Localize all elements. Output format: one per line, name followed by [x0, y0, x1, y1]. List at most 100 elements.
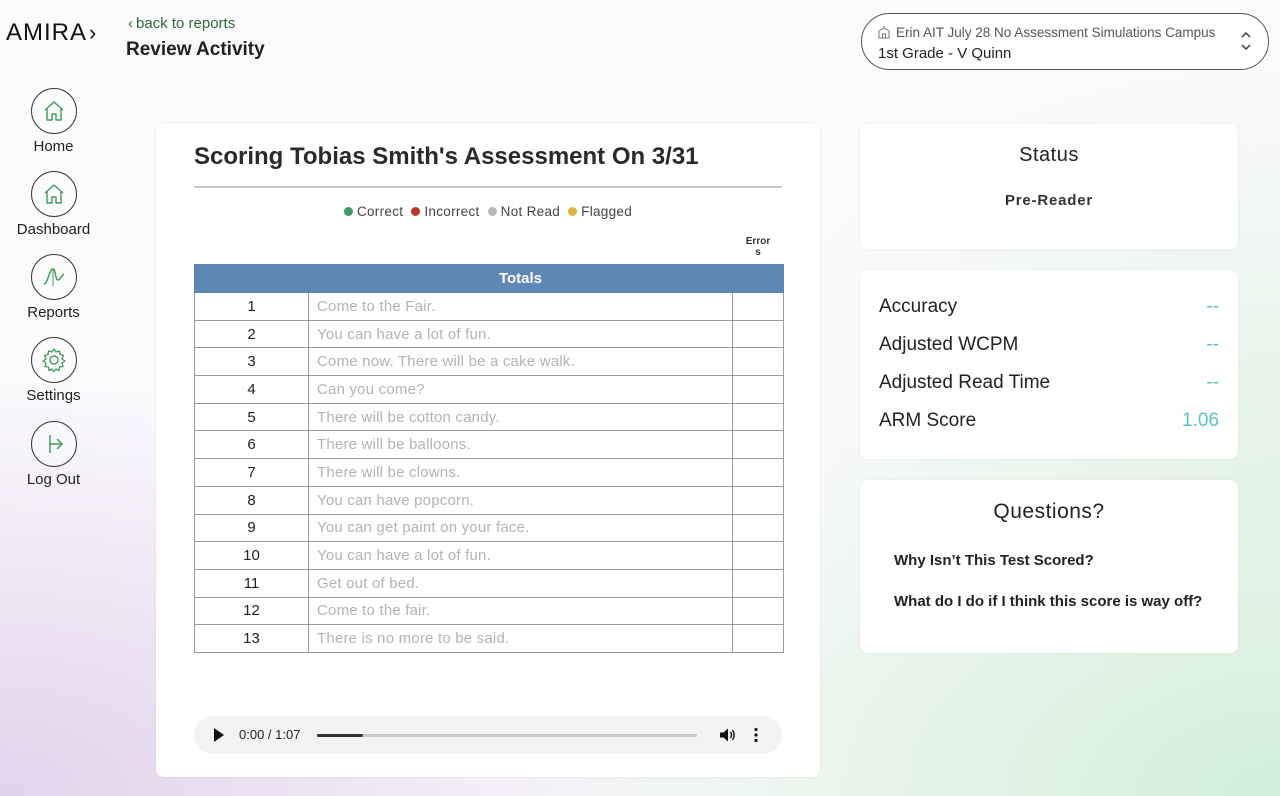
chevron-updown-icon — [1241, 32, 1251, 50]
legend-not-read-label: Not Read — [500, 204, 561, 219]
table-row: 12 Come to the fair. — [194, 596, 784, 626]
faq-link-score-way-off[interactable]: What do I do if I think this score is wa… — [894, 593, 1202, 610]
sentence-errors — [732, 568, 784, 598]
sentence-errors — [732, 292, 784, 321]
sentence-text: You can have a lot of fun. — [308, 319, 733, 349]
legend: Correct Incorrect Not Read Flagged — [156, 204, 820, 219]
metric-value: -- — [1206, 372, 1219, 393]
back-to-reports-link[interactable]: ‹ back to reports — [128, 15, 235, 32]
page-title: Review Activity — [126, 39, 265, 60]
sentence-errors — [732, 624, 784, 653]
status-value: Pre-Reader — [1004, 192, 1094, 209]
flagged-dot-icon — [568, 207, 578, 216]
metric-adjusted-wcpm: Adjusted WCPM -- — [879, 334, 1219, 358]
metric-value: 1.06 — [1182, 410, 1219, 431]
table-header-row: Totals — [194, 264, 784, 293]
table-row: 7 There will be clowns. — [194, 458, 784, 487]
incorrect-dot-icon — [411, 207, 421, 216]
table-row: 3 Come now. There will be a cake walk. — [194, 347, 784, 377]
sentence-text: You can get paint on your face. — [308, 513, 733, 543]
metric-adjusted-read-time: Adjusted Read Time -- — [879, 372, 1219, 396]
faq-link-not-scored[interactable]: Why Isn’t This Test Scored? — [894, 552, 1094, 569]
sentence-text: You can have a lot of fun. — [308, 541, 733, 570]
sentence-errors — [732, 485, 784, 515]
class-name: 1st Grade - V Quinn — [878, 45, 1012, 62]
correct-dot-icon — [343, 207, 353, 216]
table-row: 13 There is no more to be said. — [194, 624, 784, 653]
questions-card: Questions? Why Isn’t This Test Scored? W… — [860, 480, 1238, 653]
audio-player: 0:00 / 1:07 — [194, 716, 782, 754]
table-header-errors — [732, 264, 784, 293]
play-icon[interactable] — [214, 728, 224, 742]
sentence-number: 12 — [194, 596, 309, 626]
sidebar-item-reports[interactable]: Reports — [0, 254, 107, 321]
sentence-number: 4 — [194, 375, 309, 404]
sidebar-label-reports: Reports — [27, 304, 80, 321]
sentence-number: 7 — [194, 458, 309, 487]
metric-value: -- — [1206, 334, 1219, 355]
sentence-number: 9 — [194, 513, 309, 543]
table-header-totals: Totals — [308, 264, 733, 293]
status-card: Status Pre-Reader — [860, 124, 1238, 249]
sentence-errors — [732, 458, 784, 487]
campus-name: Erin AIT July 28 No Assessment Simulatio… — [896, 25, 1216, 40]
sentence-number: 5 — [194, 402, 309, 432]
sidebar-item-home[interactable]: Home — [0, 88, 107, 155]
audio-progress-bar[interactable] — [317, 734, 697, 737]
sentence-text: Get out of bed. — [308, 568, 733, 598]
sentence-errors — [732, 541, 784, 570]
home-icon — [30, 88, 77, 134]
status-title: Status — [1019, 144, 1079, 166]
audio-progress-fill — [317, 734, 363, 737]
sentence-text: Come now. There will be a cake walk. — [308, 347, 733, 377]
sentence-errors — [732, 402, 784, 432]
sentence-text: There will be balloons. — [308, 430, 733, 460]
legend-correct-label: Correct — [356, 204, 404, 219]
sentence-text: You can have popcorn. — [308, 485, 733, 515]
gear-icon — [30, 337, 77, 383]
table-row: 10 You can have a lot of fun. — [194, 541, 784, 570]
campus-class-select[interactable]: Erin AIT July 28 No Assessment Simulatio… — [861, 13, 1269, 70]
more-options-icon[interactable] — [753, 727, 759, 743]
sentence-number: 6 — [194, 430, 309, 460]
table-row: 9 You can get paint on your face. — [194, 513, 784, 543]
sentence-text: There is no more to be said. — [308, 624, 733, 653]
table-row: 1 Come to the Fair. — [194, 292, 784, 321]
sentence-text: Can you come? — [308, 375, 733, 404]
sentences-table: Totals 1 Come to the Fair. 2 You can have a… — [194, 264, 784, 653]
sidebar-label-home: Home — [33, 138, 74, 155]
legend-not-read: Not Read — [487, 204, 561, 219]
sentence-errors — [732, 375, 784, 404]
assessment-title: Scoring Tobias Smith's Assessment On 3/3… — [194, 143, 699, 170]
audio-time: 0:00 / 1:07 — [239, 727, 301, 742]
logo-text: AMIRA — [6, 19, 88, 46]
sidebar-item-log-out[interactable]: Log Out — [0, 421, 107, 488]
table-row: 4 Can you come? — [194, 375, 784, 404]
sentence-number: 8 — [194, 485, 309, 515]
metric-label: Adjusted WCPM — [879, 334, 1019, 355]
back-link-label: back to reports — [136, 15, 236, 32]
sentence-errors — [732, 513, 784, 543]
metrics-card: Accuracy -- Adjusted WCPM -- Adjusted Re… — [860, 270, 1238, 459]
sentence-text: There will be cotton candy. — [308, 402, 733, 432]
not-read-dot-icon — [487, 207, 497, 216]
sentence-number: 1 — [194, 292, 309, 321]
legend-correct: Correct — [343, 204, 404, 219]
table-row: 5 There will be cotton candy. — [194, 402, 784, 432]
table-row: 8 You can have popcorn. — [194, 485, 784, 515]
metric-label: Accuracy — [879, 296, 958, 317]
dashboard-icon — [30, 171, 77, 217]
table-row: 6 There will be balloons. — [194, 430, 784, 460]
metric-arm-score: ARM Score 1.06 — [879, 410, 1219, 434]
sidebar-label-log-out: Log Out — [26, 471, 81, 488]
sentence-errors — [732, 319, 784, 349]
amira-logo[interactable]: AMIRA › — [6, 19, 96, 46]
metric-label: ARM Score — [879, 410, 977, 431]
sidebar-item-dashboard[interactable]: Dashboard — [0, 171, 107, 238]
logout-icon — [30, 421, 77, 467]
sidebar-item-settings[interactable]: Settings — [0, 337, 107, 404]
volume-icon[interactable] — [718, 726, 736, 744]
legend-flagged-label: Flagged — [581, 204, 633, 219]
sentence-errors — [732, 596, 784, 626]
table-row: 2 You can have a lot of fun. — [194, 319, 784, 349]
